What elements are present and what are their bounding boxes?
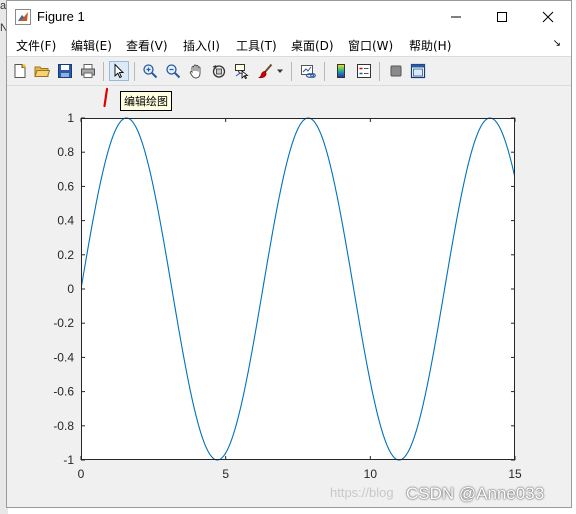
rotate-3d-button[interactable] [209, 61, 229, 81]
show-plot-tools-icon [410, 63, 426, 79]
figure-canvas[interactable]: 0 5 10 15 -1 -0.8 -0.6 -0.4 -0.2 0 0.2 0.4 0.6 0.8 1 [7, 86, 571, 507]
zoom-in-button[interactable] [140, 61, 160, 81]
menu-edit[interactable]: 编辑(E) [71, 37, 112, 54]
menu-bar: 文件(F) 编辑(E) 查看(V) 插入(I) 工具(T) 桌面(D) 窗口(W… [7, 32, 571, 56]
brush-dropdown-button[interactable] [275, 61, 285, 81]
y-tick-label: -1 [63, 453, 74, 467]
new-figure-icon [14, 64, 26, 78]
data-cursor-button[interactable] [232, 61, 252, 81]
edit-plot-icon [114, 63, 125, 79]
pan-icon [189, 64, 201, 79]
close-icon [542, 11, 554, 22]
brush-button[interactable] [255, 61, 275, 81]
menu-window[interactable]: 窗口(W) [348, 37, 393, 54]
edit-plot-button[interactable] [109, 61, 129, 81]
zoom-out-icon [166, 64, 181, 79]
pan-button[interactable] [186, 61, 206, 81]
link-plot-icon [301, 65, 316, 78]
print-icon [81, 64, 95, 78]
maximize-button[interactable] [479, 1, 525, 32]
menu-view[interactable]: 查看(V) [126, 37, 168, 54]
menu-tools[interactable]: 工具(T) [236, 37, 277, 54]
figure-toolbar [7, 56, 571, 86]
blog-watermark: https://blog [330, 485, 394, 500]
y-tick-label: 0.4 [57, 214, 74, 228]
x-tick-label: 5 [222, 467, 229, 481]
menu-insert[interactable]: 插入(I) [183, 37, 220, 54]
zoom-out-button[interactable] [163, 61, 183, 81]
axes-background [81, 118, 515, 460]
link-plot-button[interactable] [298, 61, 318, 81]
rotate-3d-icon [212, 65, 226, 78]
menu-file[interactable]: 文件(F) [16, 37, 56, 54]
x-tick-label: 15 [508, 467, 522, 481]
show-plot-tools-button[interactable] [408, 61, 428, 81]
dock-figure-button[interactable]: ↘ [553, 38, 561, 49]
insert-legend-button[interactable] [354, 61, 374, 81]
chevron-down-icon [277, 69, 283, 73]
open-file-button[interactable] [32, 61, 52, 81]
toolbar-separator [134, 62, 135, 81]
title-bar[interactable]: Figure 1 [7, 1, 571, 32]
tooltip-edit-plot: 编辑绘图 [120, 91, 172, 111]
zoom-in-icon [143, 64, 158, 79]
y-tick-label: -0.2 [53, 316, 74, 330]
print-button[interactable] [78, 61, 98, 81]
y-tick-label: -0.4 [53, 350, 74, 364]
y-tick-label: 0.6 [57, 179, 74, 193]
y-tick-label: 0.2 [57, 248, 74, 262]
new-figure-button[interactable] [10, 61, 30, 81]
sine-plot[interactable]: 0 5 10 15 -1 -0.8 -0.6 -0.4 -0.2 0 0.2 0.4 0.6 0.8 1 [7, 86, 571, 507]
toolbar-separator [324, 62, 325, 81]
toolbar-separator [291, 62, 292, 81]
y-tick-label: 1 [67, 111, 74, 125]
open-file-icon [34, 66, 50, 77]
y-tick-label: -0.6 [53, 385, 74, 399]
hide-plot-tools-icon [390, 65, 402, 77]
close-button[interactable] [525, 1, 571, 32]
colorbar-icon [337, 64, 345, 78]
y-tick-label: -0.8 [53, 419, 74, 433]
save-icon [58, 64, 72, 78]
y-tick-label: 0.8 [57, 145, 74, 159]
x-tick-label: 0 [78, 467, 85, 481]
x-tick-label: 10 [364, 467, 378, 481]
legend-icon [357, 64, 371, 78]
toolbar-separator [379, 62, 380, 81]
csdn-attribution: CSDN @Anne033 [406, 484, 545, 503]
minimize-button[interactable] [433, 1, 479, 32]
data-cursor-icon [235, 64, 249, 79]
matlab-logo-icon [15, 9, 31, 25]
menu-help[interactable]: 帮助(H) [409, 37, 451, 54]
minimize-icon [451, 16, 461, 17]
save-button[interactable] [55, 61, 75, 81]
y-tick-label: 0 [67, 282, 74, 296]
brush-icon [258, 63, 273, 79]
toolbar-separator [103, 62, 104, 81]
maximize-icon [497, 11, 507, 22]
red-annotation-mark [103, 87, 109, 108]
figure-window: Figure 1 文件(F) 编辑(E) 查看(V) 插入(I) 工具(T) 桌… [6, 0, 572, 508]
insert-colorbar-button[interactable] [331, 61, 351, 81]
hide-plot-tools-button[interactable] [386, 61, 406, 81]
window-title: Figure 1 [37, 9, 85, 24]
menu-desktop[interactable]: 桌面(D) [291, 37, 334, 54]
